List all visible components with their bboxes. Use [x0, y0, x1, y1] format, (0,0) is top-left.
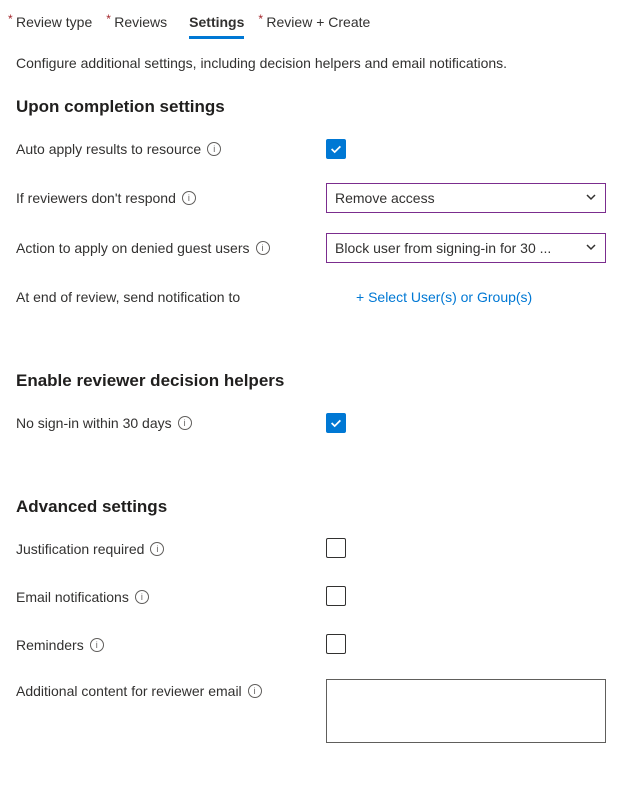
intro-text: Configure additional settings, including… [16, 55, 614, 71]
required-indicator: * [106, 12, 111, 26]
info-icon[interactable]: i [90, 638, 104, 652]
required-indicator: * [258, 12, 263, 26]
row-denied-guest: Action to apply on denied guest users i … [16, 233, 614, 263]
info-icon[interactable]: i [150, 542, 164, 556]
row-no-signin: No sign-in within 30 days i [16, 409, 614, 437]
row-auto-apply: Auto apply results to resource i [16, 135, 614, 163]
label-reminders: Reminders [16, 637, 84, 653]
label-auto-apply: Auto apply results to resource [16, 141, 201, 157]
checkmark-icon [329, 416, 343, 430]
label-email-notifications: Email notifications [16, 589, 129, 605]
checkbox-no-signin[interactable] [326, 413, 346, 433]
section-title-decision-helpers: Enable reviewer decision helpers [16, 371, 614, 391]
label-no-signin: No sign-in within 30 days [16, 415, 172, 431]
chevron-down-icon [585, 190, 597, 206]
row-justification: Justification required i [16, 535, 614, 563]
section-title-completion: Upon completion settings [16, 97, 614, 117]
checkbox-reminders[interactable] [326, 634, 346, 654]
checkbox-email-notifications[interactable] [326, 586, 346, 606]
info-icon[interactable]: i [182, 191, 196, 205]
dropdown-value: Remove access [335, 190, 435, 206]
dropdown-no-respond[interactable]: Remove access [326, 183, 606, 213]
row-additional-content: Additional content for reviewer email i [16, 679, 614, 743]
info-icon[interactable]: i [178, 416, 192, 430]
section-title-advanced: Advanced settings [16, 497, 614, 517]
tab-label: Review + Create [266, 14, 370, 30]
additional-content-input[interactable] [326, 679, 606, 743]
label-notify: At end of review, send notification to [16, 289, 240, 305]
tab-strip: * Review type * Reviews Settings * Revie… [16, 10, 614, 39]
checkmark-icon [329, 142, 343, 156]
info-icon[interactable]: i [207, 142, 221, 156]
tab-label: Review type [16, 14, 92, 30]
chevron-down-icon [585, 240, 597, 256]
label-no-respond: If reviewers don't respond [16, 190, 176, 206]
row-reminders: Reminders i [16, 631, 614, 659]
info-icon[interactable]: i [256, 241, 270, 255]
checkbox-auto-apply[interactable] [326, 139, 346, 159]
required-indicator: * [8, 12, 13, 26]
label-justification: Justification required [16, 541, 144, 557]
row-notify: At end of review, send notification to +… [16, 283, 614, 311]
label-additional-content: Additional content for reviewer email [16, 683, 242, 699]
tab-review-type[interactable]: * Review type [16, 10, 92, 39]
tab-review-create[interactable]: * Review + Create [266, 10, 370, 39]
info-icon[interactable]: i [248, 684, 262, 698]
info-icon[interactable]: i [135, 590, 149, 604]
row-email-notifications: Email notifications i [16, 583, 614, 611]
label-denied-guest: Action to apply on denied guest users [16, 240, 250, 256]
tab-label: Reviews [114, 14, 167, 30]
checkbox-justification[interactable] [326, 538, 346, 558]
row-no-respond: If reviewers don't respond i Remove acce… [16, 183, 614, 213]
tab-label: Settings [189, 14, 244, 30]
dropdown-denied-guest[interactable]: Block user from signing-in for 30 ... [326, 233, 606, 263]
tab-settings[interactable]: Settings [189, 10, 244, 39]
dropdown-value: Block user from signing-in for 30 ... [335, 240, 551, 256]
select-users-link[interactable]: + Select User(s) or Group(s) [326, 289, 532, 305]
tab-reviews[interactable]: * Reviews [114, 10, 167, 39]
